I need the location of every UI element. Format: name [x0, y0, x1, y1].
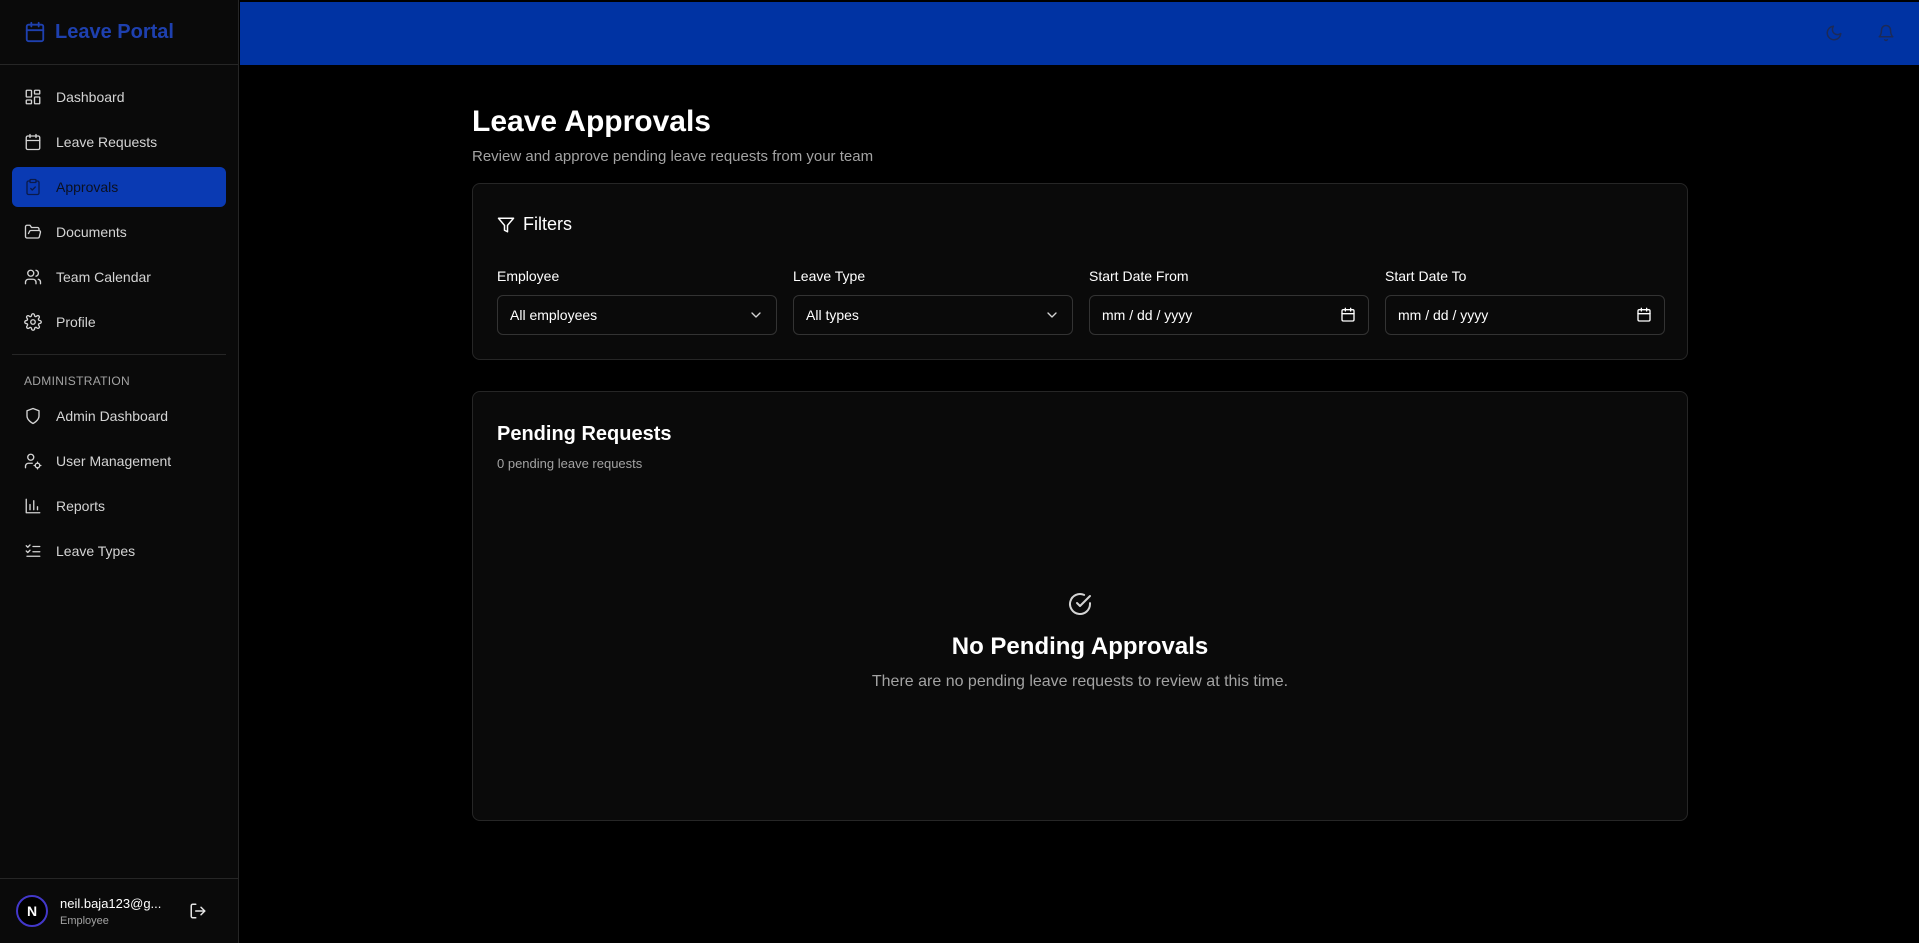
nav-label: Approvals [56, 179, 119, 195]
nav-item-user-management[interactable]: User Management [12, 441, 226, 481]
logout-icon[interactable] [189, 902, 207, 920]
employee-select[interactable]: All employees [497, 295, 777, 335]
calendar-icon[interactable] [1340, 307, 1356, 323]
nav-label: Admin Dashboard [56, 408, 169, 424]
empty-state: No Pending Approvals There are no pendin… [473, 592, 1687, 691]
nav-label: Leave Types [56, 543, 136, 559]
top-bar [240, 2, 1919, 65]
calendar-icon [25, 133, 41, 151]
nav-item-approvals[interactable]: Approvals [12, 167, 226, 207]
start-date-to-label: Start Date To [1385, 268, 1467, 284]
nav-item-reports[interactable]: Reports [12, 486, 226, 526]
empty-text: There are no pending leave requests to r… [871, 673, 1289, 690]
calendar-icon[interactable] [1636, 307, 1652, 323]
filters-title: Filters [523, 214, 572, 234]
start-date-from-filter: Start Date From mm / dd / yyyy [1089, 268, 1369, 335]
empty-title: No Pending Approvals [951, 633, 1209, 660]
nav-label: Dashboard [56, 89, 125, 105]
nav-label: User Management [56, 453, 172, 469]
clipboard-check-icon [26, 178, 40, 196]
check-circle-icon [1069, 593, 1091, 616]
nav-item-leave-types[interactable]: Leave Types [12, 531, 226, 571]
pending-title: Pending Requests [497, 423, 672, 445]
admin-section-title: ADMINISTRATION [24, 374, 130, 388]
chevron-down-icon [751, 312, 761, 318]
brand[interactable]: Leave Portal [0, 0, 238, 65]
moon-icon[interactable] [1825, 24, 1843, 42]
brand-title: Leave Portal [55, 20, 174, 43]
bar-chart-icon [25, 498, 41, 514]
nav-item-dashboard[interactable]: Dashboard [12, 77, 226, 117]
leave-type-select[interactable]: All types [793, 295, 1073, 335]
main-content: Leave Approvals Review and approve pendi… [472, 65, 1688, 821]
nav-item-leave-requests[interactable]: Leave Requests [12, 122, 226, 162]
employee-value: All employees [510, 307, 598, 323]
filters-card: Filters Employee All employees Leave Typ… [472, 183, 1688, 360]
folder-open-icon [24, 224, 42, 239]
nav-label: Team Calendar [56, 269, 151, 285]
sidebar: Leave Portal Dashboard Leave Requests Ap… [0, 0, 239, 943]
nav-label: Documents [56, 224, 127, 240]
start-date-from-placeholder: mm / dd / yyyy [1102, 307, 1193, 323]
nav-item-documents[interactable]: Documents [12, 212, 226, 252]
employee-label: Employee [497, 268, 560, 284]
nav-item-admin-dashboard[interactable]: Admin Dashboard [12, 396, 226, 436]
pending-count: 0 pending leave requests [497, 456, 643, 471]
admin-nav: Admin Dashboard User Management Reports … [0, 392, 238, 571]
shield-icon [26, 407, 40, 425]
bell-icon[interactable] [1877, 24, 1895, 42]
user-email: neil.baja123@g... [60, 895, 162, 911]
gear-icon [24, 313, 42, 331]
filter-icon [497, 217, 515, 232]
users-icon [24, 269, 42, 285]
chevron-down-icon [1047, 312, 1057, 318]
nav-label: Leave Requests [56, 134, 158, 150]
nav-label: Profile [56, 314, 96, 330]
start-date-from-label: Start Date From [1089, 268, 1189, 284]
leave-type-label: Leave Type [793, 268, 866, 284]
avatar[interactable]: N [16, 895, 48, 927]
filters-header: Filters [497, 214, 572, 235]
user-panel: N neil.baja123@g... Employee [0, 878, 239, 943]
main-nav: Dashboard Leave Requests Approvals Docum… [0, 65, 238, 342]
employee-filter: Employee All employees [497, 268, 777, 335]
start-date-to-input[interactable]: mm / dd / yyyy [1385, 295, 1665, 335]
page-title: Leave Approvals [472, 105, 711, 138]
leave-type-value: All types [806, 307, 859, 323]
leave-type-filter: Leave Type All types [793, 268, 1073, 335]
start-date-from-input[interactable]: mm / dd / yyyy [1089, 295, 1369, 335]
start-date-to-filter: Start Date To mm / dd / yyyy [1385, 268, 1665, 335]
layout-dashboard-icon [25, 89, 41, 105]
nav-label: Reports [56, 498, 106, 514]
user-cog-icon [24, 453, 42, 470]
pending-requests-card: Pending Requests 0 pending leave request… [472, 391, 1688, 821]
list-checks-icon [25, 544, 41, 557]
nav-item-team-calendar[interactable]: Team Calendar [12, 257, 226, 297]
user-role: Employee [60, 914, 109, 927]
page-subtitle: Review and approve pending leave request… [472, 148, 874, 165]
user-info: neil.baja123@g... Employee [60, 896, 175, 927]
nav-item-profile[interactable]: Profile [12, 302, 226, 342]
start-date-to-placeholder: mm / dd / yyyy [1398, 307, 1489, 323]
calendar-icon [25, 21, 45, 43]
